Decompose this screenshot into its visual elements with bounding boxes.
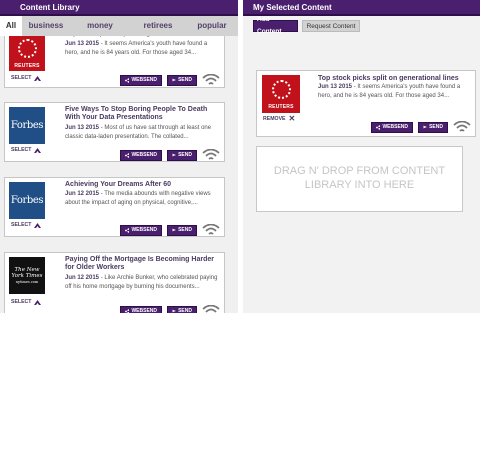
card-description: Jun 12 2015 - The media abounds with neg… (65, 191, 211, 206)
card-title: Achieving Your Dreams After 60 (65, 181, 172, 188)
send-button[interactable]: SEND (167, 224, 197, 236)
card-title: Paying Off the Mortgage Is Becoming Hard… (65, 256, 214, 271)
send-button[interactable]: SEND (167, 149, 197, 161)
share-icon (125, 227, 130, 233)
send-button[interactable]: SEND (167, 74, 197, 86)
card-description: Jun 12 2015 - Like Archie Bunker, who ce… (65, 275, 218, 290)
share-icon (376, 124, 381, 130)
card-title: Five Ways To Stop Boring People To Death… (65, 106, 208, 121)
card-description: Jun 13 2015 - It seems America's youth h… (318, 84, 461, 99)
tab-popular[interactable]: popular (186, 16, 238, 36)
select-icon (34, 299, 42, 305)
drop-zone[interactable]: DRAG N' DROP FROM CONTENT LIBRARY INTO H… (256, 146, 463, 212)
tab-retirees[interactable]: retirees (130, 16, 186, 36)
share-icon (125, 152, 130, 158)
reuters-logo: REUTERS (262, 75, 300, 113)
websend-button[interactable]: WEBSEND (120, 305, 162, 313)
send-icon (172, 153, 177, 157)
card-title: Top stock picks split on generational li… (318, 75, 459, 82)
forbes-logo: Forbes (9, 182, 45, 219)
select-icon (34, 147, 42, 153)
select-button[interactable]: SELECT (11, 222, 42, 228)
tab-money[interactable]: money (70, 16, 130, 36)
reuters-logo: REUTERS (9, 34, 45, 71)
send-icon (423, 125, 428, 129)
share-icon (125, 308, 130, 313)
select-button[interactable]: SELECT (11, 147, 42, 153)
selected-content-panel: My Selected Content Add Content Request … (243, 0, 480, 313)
content-card[interactable]: Forbes Five Ways To Stop Boring People T… (4, 102, 225, 162)
wifi-icon (202, 74, 220, 85)
nyt-logo: The New York Times nytimes.com (9, 257, 45, 294)
websend-button[interactable]: WEBSEND (371, 121, 413, 133)
websend-button[interactable]: WEBSEND (120, 149, 162, 161)
content-card[interactable]: REUTERS Top stock picks split on generat… (4, 30, 225, 88)
tab-business[interactable]: business (22, 16, 70, 36)
content-card[interactable]: The New York Times nytimes.com Paying Off… (4, 252, 225, 313)
send-button[interactable]: SEND (167, 305, 197, 313)
share-icon (125, 77, 130, 83)
selected-card[interactable]: REUTERS Top stock picks split on generat… (256, 70, 476, 137)
send-icon (172, 228, 177, 232)
card-description: Jun 13 2015 - Most of us have sat throug… (65, 125, 212, 140)
select-icon (34, 75, 42, 81)
send-icon (172, 309, 177, 313)
tab-all[interactable]: All (0, 16, 22, 36)
content-library-header: Content Library (0, 0, 238, 16)
card-description: Jun 13 2015 - It seems America's youth h… (65, 41, 208, 56)
wifi-icon (202, 224, 220, 235)
request-content-button[interactable]: Request Content (302, 20, 360, 32)
add-content-button[interactable]: Add Content (253, 16, 298, 35)
wifi-icon (202, 149, 220, 160)
category-tabs: All business money retirees popular (0, 16, 238, 36)
content-library-panel: Content Library All business money retir… (0, 0, 238, 313)
wifi-icon (202, 305, 220, 313)
content-card[interactable]: Forbes Achieving Your Dreams After 60 Ju… (4, 177, 225, 237)
select-button[interactable]: SELECT (11, 75, 42, 81)
remove-button[interactable]: REMOVE ✕ (263, 114, 295, 123)
websend-button[interactable]: WEBSEND (120, 74, 162, 86)
send-icon (172, 78, 177, 82)
select-button[interactable]: SELECT (11, 299, 42, 305)
send-button[interactable]: SEND (418, 121, 448, 133)
websend-button[interactable]: WEBSEND (120, 224, 162, 236)
close-icon: ✕ (288, 114, 296, 123)
wifi-icon (453, 121, 471, 132)
select-icon (34, 222, 42, 228)
forbes-logo: Forbes (9, 107, 45, 144)
